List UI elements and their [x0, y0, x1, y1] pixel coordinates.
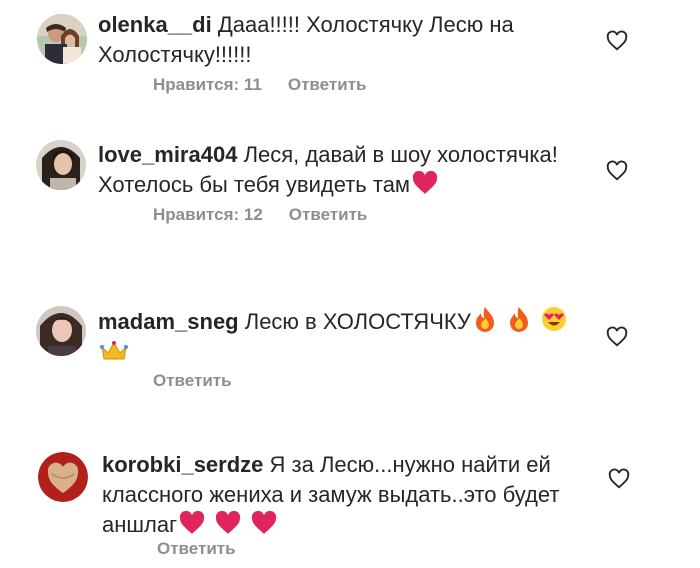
fire-emoji [510, 307, 529, 332]
comment-item: olenka__di Дааа!!!!! Холостячку Лесю на … [0, 0, 700, 120]
comment-username[interactable]: olenka__di [98, 12, 212, 37]
likes-count[interactable]: Нравится: 11 [153, 75, 262, 94]
crown-emoji [100, 341, 128, 360]
comment-text: love_mira404 Леся, давай в шоу холостячк… [98, 140, 578, 200]
red-heart-emoji [252, 511, 277, 534]
comment-actions: Ответить [157, 539, 262, 559]
avatar[interactable] [38, 452, 88, 502]
likes-count[interactable]: Нравится: 12 [153, 205, 263, 224]
comment-actions: Нравится: 12 Ответить [153, 205, 393, 225]
comment-text: madam_sneg Лесю в ХОЛОСТЯЧКУ [98, 306, 578, 367]
comment-username[interactable]: love_mira404 [98, 142, 237, 167]
comment-actions: Нравится: 11 Ответить [153, 75, 392, 95]
avatar[interactable] [36, 140, 86, 190]
comment-text: korobki_serdze Я за Лесю...нужно найти е… [102, 450, 582, 540]
comment-item: madam_sneg Лесю в ХОЛОСТЯЧКУ Ответить [0, 296, 700, 406]
heart-outline-icon[interactable] [606, 160, 628, 182]
comment-body: Лесю в ХОЛОСТЯЧКУ [244, 309, 471, 334]
avatar[interactable] [37, 14, 87, 64]
red-heart-emoji [412, 171, 438, 194]
reply-button[interactable]: Ответить [157, 539, 236, 558]
comment-username[interactable]: madam_sneg [98, 309, 239, 334]
heart-eyes-emoji [542, 307, 567, 331]
comment-item: love_mira404 Леся, давай в шоу холостячк… [0, 130, 700, 240]
comment-actions: Ответить [153, 371, 258, 391]
heart-outline-icon[interactable] [606, 326, 628, 348]
comment-username[interactable]: korobki_serdze [102, 452, 263, 477]
reply-button[interactable]: Ответить [288, 75, 367, 94]
avatar[interactable] [36, 306, 86, 356]
reply-button[interactable]: Ответить [153, 371, 232, 390]
red-heart-emoji [180, 511, 205, 534]
heart-outline-icon[interactable] [606, 30, 628, 52]
heart-outline-icon[interactable] [608, 468, 630, 490]
red-heart-emoji [216, 511, 241, 534]
reply-button[interactable]: Ответить [289, 205, 368, 224]
fire-emoji [475, 307, 494, 332]
comment-text: olenka__di Дааа!!!!! Холостячку Лесю на … [98, 10, 578, 70]
comment-item: korobki_serdze Я за Лесю...нужно найти е… [0, 440, 700, 568]
